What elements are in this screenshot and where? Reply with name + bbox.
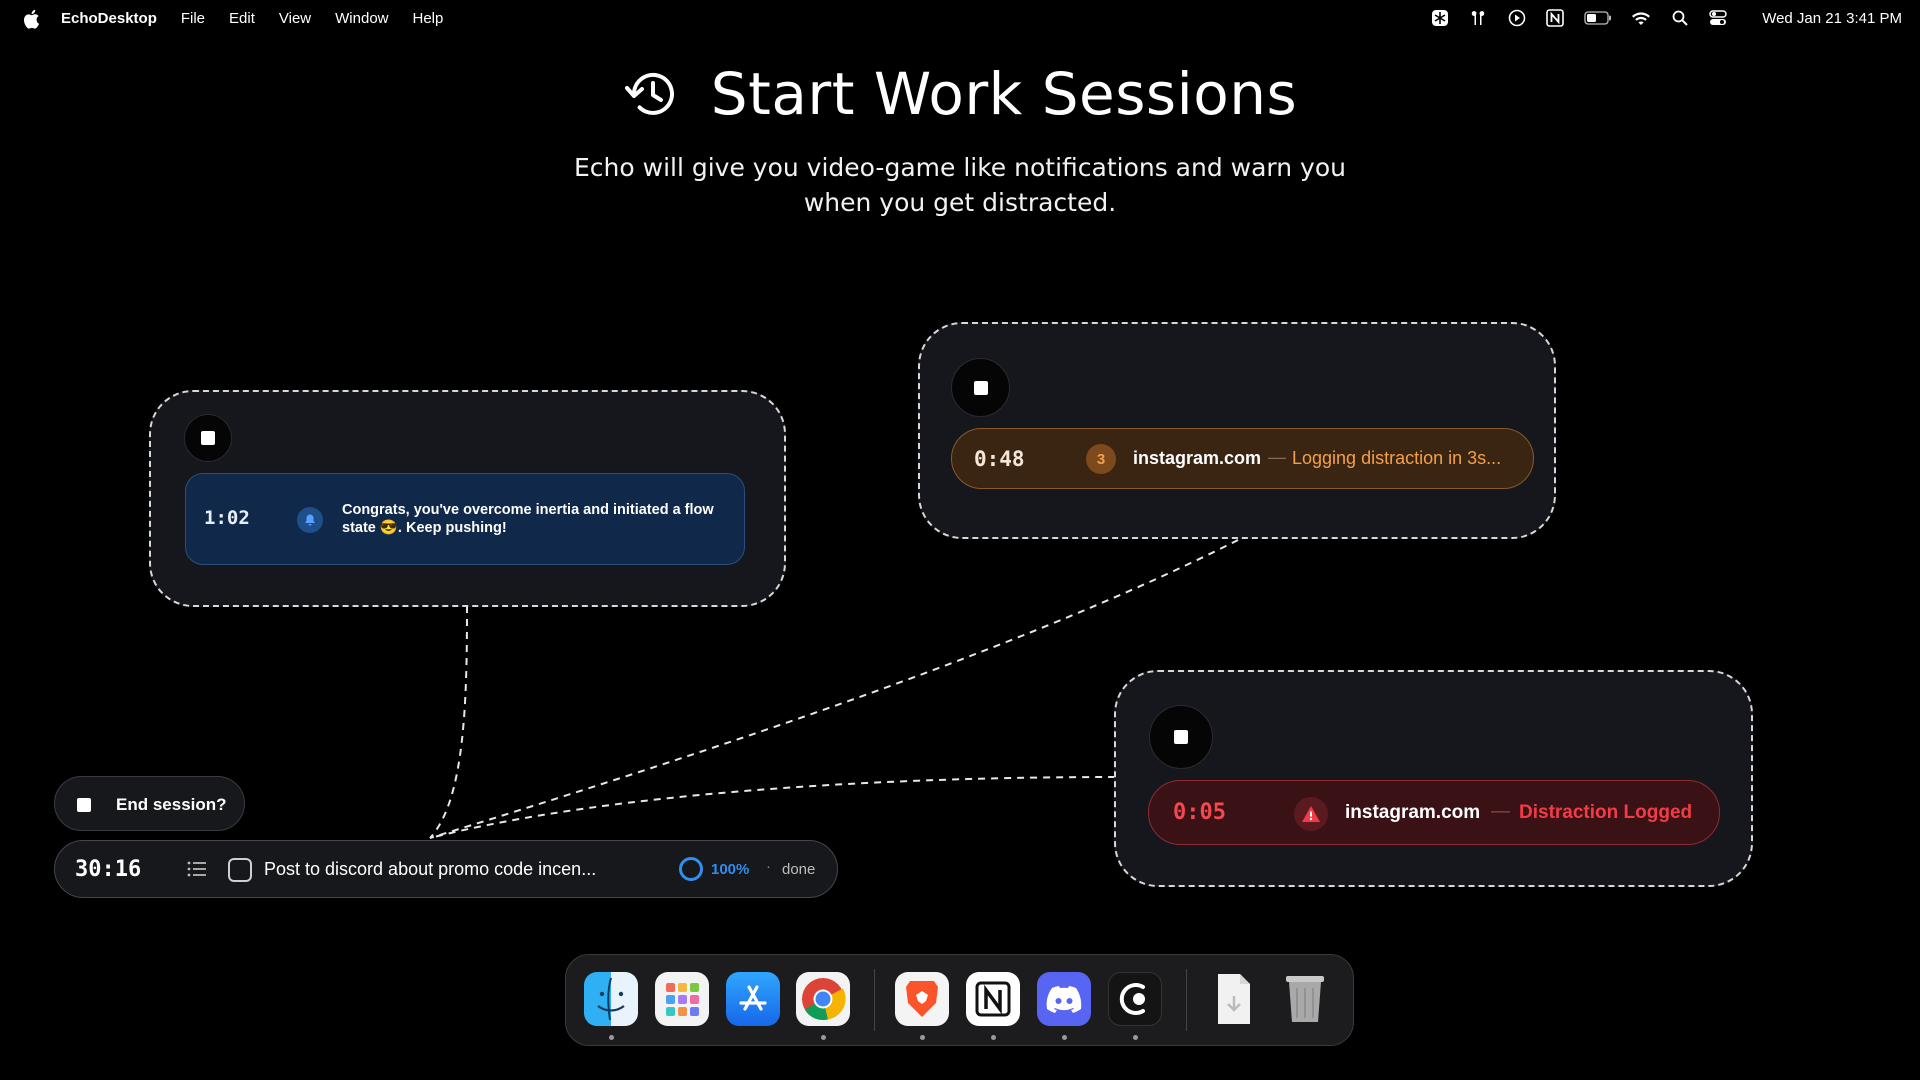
perplexity-icon[interactable] <box>1430 9 1450 27</box>
control-center-icon[interactable] <box>1707 9 1729 27</box>
progress-ring-icon <box>679 857 703 881</box>
dock-separator <box>1186 969 1187 1031</box>
trash-icon[interactable] <box>1278 972 1332 1026</box>
running-indicator <box>1062 1035 1067 1040</box>
stop-square-icon <box>201 431 215 445</box>
running-indicator <box>1133 1035 1138 1040</box>
warning-timer: 0:48 <box>974 447 1025 471</box>
play-icon[interactable] <box>1507 9 1527 27</box>
page-subtitle: Echo will give you video-game like notif… <box>574 153 1346 217</box>
menu-view[interactable]: View <box>279 10 311 27</box>
separator-dot: · <box>766 858 771 875</box>
bell-icon <box>297 507 323 533</box>
discord-icon[interactable] <box>1037 972 1091 1026</box>
logged-site: instagram.com <box>1345 802 1481 823</box>
warning-dash: — <box>1268 447 1286 467</box>
warning-site: instagram.com <box>1133 448 1262 468</box>
launchpad-icon[interactable] <box>655 972 709 1026</box>
notion-icon[interactable] <box>1545 9 1565 27</box>
logged-status: Distraction Logged <box>1519 802 1693 823</box>
spotlight-search-icon[interactable] <box>1670 9 1690 27</box>
dock-separator <box>874 969 875 1031</box>
progress-percent: 100% <box>711 861 750 878</box>
dock <box>565 954 1354 1046</box>
app-store-icon[interactable] <box>726 972 780 1026</box>
menu-window[interactable]: Window <box>335 10 388 27</box>
stop-square-icon <box>973 380 988 395</box>
page-title: Start Work Sessions <box>710 60 1298 128</box>
warning-status: Logging distraction in 3s... <box>1292 448 1502 468</box>
running-indicator <box>821 1035 826 1040</box>
echo-icon[interactable] <box>1108 972 1162 1026</box>
downloads-icon[interactable] <box>1207 972 1261 1026</box>
chrome-icon[interactable] <box>796 972 850 1026</box>
running-indicator <box>920 1035 925 1040</box>
task-title[interactable]: Post to discord about promo code incen..… <box>264 859 596 880</box>
session-bar: 30:16 Post to discord about promo code i… <box>54 840 838 898</box>
task-checkbox[interactable] <box>228 858 252 882</box>
task-list-icon[interactable] <box>187 861 207 882</box>
logged-dash: — <box>1491 801 1510 822</box>
session-timer: 30:16 <box>75 857 142 882</box>
menu-edit[interactable]: Edit <box>229 10 255 27</box>
logged-timer: 0:05 <box>1173 800 1226 825</box>
menu-file[interactable]: File <box>181 10 205 27</box>
countdown-badge: 3 <box>1086 444 1116 474</box>
stop-button[interactable] <box>951 358 1010 417</box>
warning-triangle-icon <box>1294 797 1328 831</box>
finder-icon[interactable] <box>584 972 638 1026</box>
done-button[interactable]: done <box>782 861 815 878</box>
wifi-icon[interactable] <box>1630 9 1652 27</box>
end-session-button[interactable]: End session? <box>54 776 245 831</box>
distraction-logged-card <box>1114 670 1753 887</box>
running-indicator <box>991 1035 996 1040</box>
distraction-warning-pill: 0:48 3 instagram.com — Logging distracti… <box>951 428 1534 489</box>
distraction-logged-pill: 0:05 instagram.com — Distraction Logged <box>1148 780 1720 845</box>
menu-app-name[interactable]: EchoDesktop <box>61 10 157 27</box>
stop-button[interactable] <box>184 414 232 462</box>
flow-message: Congrats, you've overcome inertia and in… <box>342 502 714 536</box>
flow-notification-pill: 1:02 Congrats, you've overcome inertia a… <box>185 473 745 565</box>
status-area: Wed Jan 21 3:41 PM <box>1400 0 1920 36</box>
history-clock-icon <box>624 72 674 115</box>
menu-clock[interactable]: Wed Jan 21 3:41 PM <box>1762 0 1902 36</box>
menu-bar: EchoDesktop File Edit View Window Help W… <box>0 0 1920 36</box>
end-session-label: End session? <box>116 795 227 814</box>
stop-square-icon <box>1174 730 1188 744</box>
apple-icon[interactable] <box>22 9 40 29</box>
battery-icon[interactable] <box>1583 9 1613 27</box>
running-indicator <box>609 1035 614 1040</box>
notion-icon[interactable] <box>966 972 1020 1026</box>
flow-timer: 1:02 <box>204 507 250 529</box>
stop-square-icon <box>77 798 91 812</box>
stop-button[interactable] <box>1149 705 1213 769</box>
menu-help[interactable]: Help <box>413 10 444 27</box>
brave-icon[interactable] <box>895 972 949 1026</box>
airpods-icon[interactable] <box>1468 9 1488 27</box>
hero-header: Start Work Sessions <box>0 60 1920 128</box>
